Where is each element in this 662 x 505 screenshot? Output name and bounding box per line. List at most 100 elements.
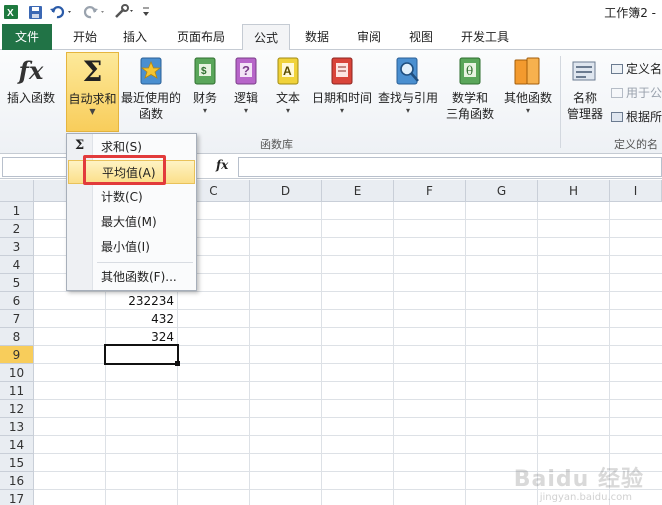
customize-toolbar-icon[interactable] xyxy=(140,3,152,21)
gridline xyxy=(465,202,466,505)
row-header[interactable]: 15 xyxy=(0,454,34,472)
tools-icon[interactable] xyxy=(112,3,138,21)
watermark: Baidu 经验 xyxy=(513,467,644,492)
row-header-selected[interactable]: 9 xyxy=(0,346,34,364)
svg-text:?: ? xyxy=(242,63,250,78)
autosum-button[interactable]: Σ 自动求和 ▼ xyxy=(66,52,119,132)
more-functions-books-icon xyxy=(513,56,543,86)
text-book-icon: A xyxy=(273,56,303,86)
svg-text:A: A xyxy=(283,64,292,78)
row-header[interactable]: 2 xyxy=(0,220,34,238)
use-in-formula-button[interactable]: 用于公 xyxy=(611,84,662,101)
function-library-group-label: 函数库 xyxy=(260,138,293,151)
create-from-selection-icon xyxy=(611,111,623,122)
gridline xyxy=(34,399,662,400)
tab-home[interactable]: 开始 xyxy=(62,24,108,50)
column-header-i[interactable]: I xyxy=(610,180,662,202)
lookup-book-icon xyxy=(393,56,423,86)
defined-names-group-label: 定义的名 xyxy=(614,138,658,151)
sigma-icon: Σ xyxy=(82,55,103,88)
row-header[interactable]: 14 xyxy=(0,436,34,454)
title-bar: X 工作簿2 - xyxy=(0,0,662,24)
svg-text:θ: θ xyxy=(466,64,473,78)
tab-view[interactable]: 视图 xyxy=(398,24,444,50)
gridline xyxy=(609,202,610,505)
menu-item-min[interactable]: 最小值(I) xyxy=(68,235,195,259)
row-header[interactable]: 1 xyxy=(0,202,34,220)
gridline xyxy=(321,202,322,505)
menu-item-count[interactable]: 计数(C) xyxy=(68,185,195,209)
financial-book-icon: $ xyxy=(190,56,220,86)
tab-developer[interactable]: 开发工具 xyxy=(450,24,520,50)
row-header[interactable]: 17 xyxy=(0,490,34,505)
gridline xyxy=(34,435,662,436)
formula-input[interactable] xyxy=(238,157,662,177)
gridline xyxy=(34,417,662,418)
fill-handle[interactable] xyxy=(175,361,180,366)
row-header[interactable]: 6 xyxy=(0,292,34,310)
tab-file[interactable]: 文件 xyxy=(2,24,52,50)
menu-separator xyxy=(97,262,193,263)
star-book-icon xyxy=(136,56,166,86)
excel-logo-icon: X xyxy=(2,3,20,21)
gridline xyxy=(34,453,662,454)
column-header-f[interactable]: F xyxy=(394,180,466,202)
column-header-g[interactable]: G xyxy=(466,180,538,202)
group-separator xyxy=(560,56,561,148)
row-header[interactable]: 7 xyxy=(0,310,34,328)
tab-review[interactable]: 审阅 xyxy=(346,24,392,50)
row-header[interactable]: 16 xyxy=(0,472,34,490)
undo-icon[interactable] xyxy=(48,3,76,21)
create-from-selection-button[interactable]: 根据所 xyxy=(611,108,662,125)
dropdown-arrow-icon: ▼ xyxy=(89,107,96,116)
gridline xyxy=(249,202,250,505)
row-header[interactable]: 11 xyxy=(0,382,34,400)
fx-icon: fx xyxy=(18,56,44,85)
row-header[interactable]: 13 xyxy=(0,418,34,436)
annotation-highlight-box xyxy=(83,155,166,185)
recently-used-button[interactable]: 最近使用的 函数 xyxy=(120,52,182,122)
tab-formulas[interactable]: 公式 xyxy=(242,24,290,51)
define-name-button[interactable]: 定义名 xyxy=(611,60,662,77)
select-all-corner[interactable] xyxy=(0,180,34,202)
name-manager-button[interactable]: 名称 管理器 xyxy=(563,52,607,122)
tab-insert[interactable]: 插入 xyxy=(112,24,158,50)
text-button[interactable]: A 文本 ▾ xyxy=(270,52,306,116)
row-header[interactable]: 8 xyxy=(0,328,34,346)
name-manager-icon xyxy=(570,56,600,86)
redo-icon[interactable] xyxy=(80,3,108,21)
date-time-button[interactable]: 日期和时间 ▾ xyxy=(310,52,374,116)
cell-b7[interactable]: 432 xyxy=(106,310,177,328)
date-time-book-icon xyxy=(327,56,357,86)
column-header-e[interactable]: E xyxy=(322,180,394,202)
logical-button[interactable]: ? 逻辑 ▾ xyxy=(228,52,264,116)
tab-page-layout[interactable]: 页面布局 xyxy=(166,24,236,50)
lookup-reference-button[interactable]: 查找与引用 ▾ xyxy=(376,52,440,116)
math-trig-button[interactable]: θ 数学和 三角函数 xyxy=(442,52,498,122)
insert-function-button[interactable]: fx 插入函数 xyxy=(2,52,60,132)
row-header[interactable]: 5 xyxy=(0,274,34,292)
financial-button[interactable]: $ 财务 ▾ xyxy=(186,52,224,116)
more-functions-button[interactable]: 其他函数 ▾ xyxy=(500,52,556,116)
tab-data[interactable]: 数据 xyxy=(294,24,340,50)
math-book-icon: θ xyxy=(455,56,485,86)
row-header[interactable]: 10 xyxy=(0,364,34,382)
row-header[interactable]: 12 xyxy=(0,400,34,418)
menu-item-more-functions[interactable]: 其他函数(F)... xyxy=(68,265,195,289)
use-in-formula-icon xyxy=(611,87,623,98)
column-header-h[interactable]: H xyxy=(538,180,610,202)
insert-function-fx-icon[interactable]: fx xyxy=(216,158,228,172)
gridline xyxy=(393,202,394,505)
column-header-d[interactable]: D xyxy=(250,180,322,202)
window-title: 工作簿2 - xyxy=(604,6,656,20)
logical-book-icon: ? xyxy=(231,56,261,86)
ribbon-tab-row: 文件 开始 插入 页面布局 公式 数据 审阅 视图 开发工具 xyxy=(0,24,662,51)
row-header[interactable]: 3 xyxy=(0,238,34,256)
save-icon[interactable] xyxy=(26,3,44,21)
row-header[interactable]: 4 xyxy=(0,256,34,274)
watermark-url: jingyan.baidu.com xyxy=(539,492,632,503)
menu-item-max[interactable]: 最大值(M) xyxy=(68,210,195,234)
gridline xyxy=(537,202,538,505)
cell-b6[interactable]: 232234 xyxy=(106,292,177,310)
active-cell-b9[interactable] xyxy=(104,344,179,365)
